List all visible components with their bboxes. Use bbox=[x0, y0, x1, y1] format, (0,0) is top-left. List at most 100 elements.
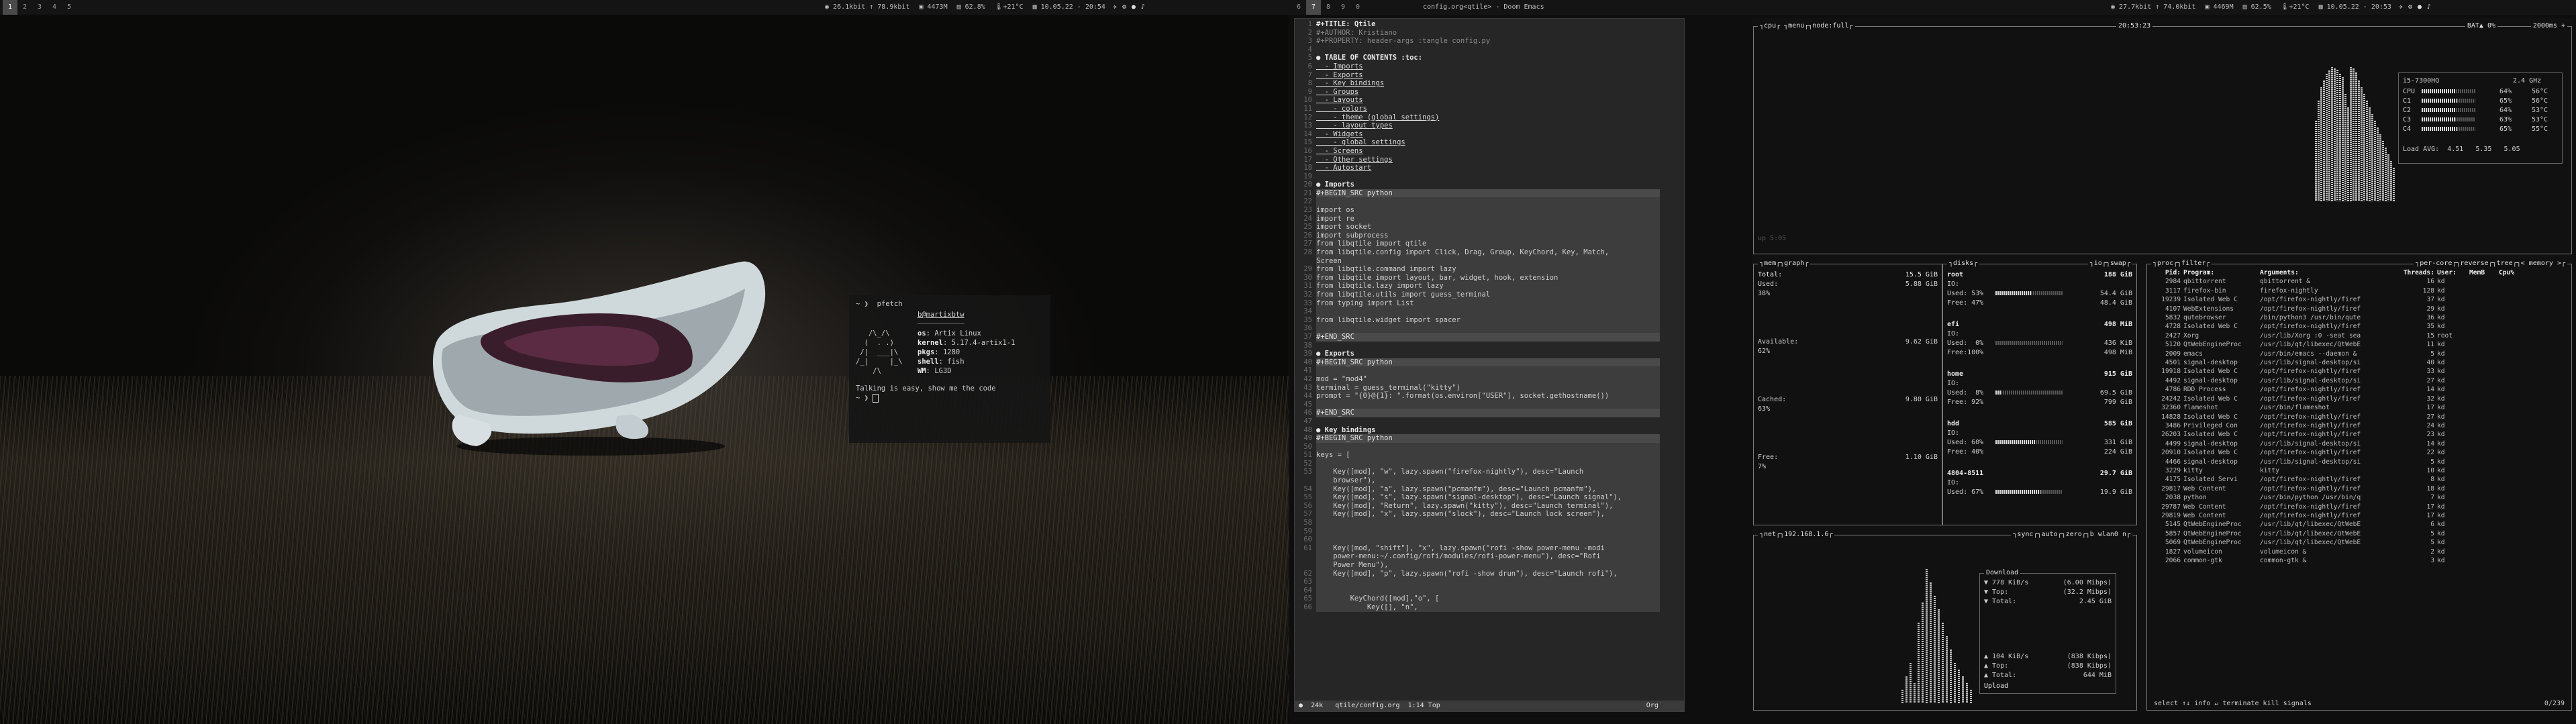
workspace-button[interactable]: 0 bbox=[1350, 0, 1365, 15]
code-line[interactable]: 11 - colors bbox=[1295, 105, 1684, 113]
code-line[interactable]: 38 bbox=[1295, 342, 1684, 350]
code-line[interactable]: 9 - Groups bbox=[1295, 88, 1684, 97]
code-line[interactable]: Power Menu"), bbox=[1295, 561, 1684, 570]
code-line[interactable]: 18 - Autostart bbox=[1295, 164, 1684, 172]
table-row[interactable]: 29819 Web Content/opt/firefox-nightly/fir… bbox=[2151, 511, 2528, 520]
code-line[interactable]: 66 Key([], "n", bbox=[1295, 603, 1684, 612]
table-row[interactable]: 2984 qbittorrent qbittorrent & 16 kd bbox=[2151, 277, 2528, 286]
tray-icon-3[interactable]: ● bbox=[2415, 0, 2424, 15]
table-row[interactable]: 5857 QtWebEngineProc/usr/lib/qt/libexec/Q… bbox=[2151, 529, 2528, 538]
code-line[interactable]: 64 bbox=[1295, 586, 1684, 595]
workspace-button[interactable]: 1 bbox=[3, 0, 17, 15]
code-line[interactable]: 8 - Key bindings bbox=[1295, 79, 1684, 88]
code-line[interactable]: 12 - theme (global settings) bbox=[1295, 113, 1684, 122]
code-line[interactable]: 23 import os bbox=[1295, 206, 1684, 215]
table-row[interactable]: 2009 emacs/usr/bin/emacs --daemon & 5 kd bbox=[2151, 350, 2528, 358]
code-line[interactable]: 19 bbox=[1295, 172, 1684, 181]
code-line[interactable]: 46 #+END_SRC bbox=[1295, 409, 1684, 417]
emacs-window[interactable]: 1 #+TITLE: Qtile 2 #+AUTHOR: Kristiano 3 #+PR… bbox=[1294, 18, 1685, 712]
code-line[interactable]: 1 #+TITLE: Qtile bbox=[1295, 20, 1684, 29]
table-row[interactable]: 4786 RDD Process/opt/firefox-nightly/fire… bbox=[2151, 385, 2528, 394]
refresh-rate[interactable]: 2000ms + bbox=[2530, 21, 2567, 31]
code-line[interactable]: 14 - Widgets bbox=[1295, 130, 1684, 139]
code-line[interactable]: 21 #+BEGIN_SRC python bbox=[1295, 189, 1684, 198]
workspace-button[interactable]: 7 bbox=[1306, 0, 1321, 15]
table-row[interactable]: 4728 Isolated Web C/opt/firefox-nightly/f… bbox=[2151, 322, 2528, 331]
code-line[interactable]: 34 bbox=[1295, 307, 1684, 316]
code-line[interactable]: 53 Key([mod], "w", lazy.spawn("firefox-n… bbox=[1295, 468, 1684, 477]
code-line[interactable]: 51 keys = [ bbox=[1295, 451, 1684, 460]
tray-icon-1[interactable]: ✈ bbox=[2396, 0, 2406, 15]
code-line[interactable]: power-menu:~/.config/rofi/modules/rofi-p… bbox=[1295, 552, 1684, 561]
code-line[interactable]: 24 import re bbox=[1295, 214, 1684, 223]
table-row[interactable]: 5069 QtWebEngineProc/usr/lib/qt/libexec/Q… bbox=[2151, 538, 2528, 547]
code-line[interactable]: 55 Key([mod], "s", lazy.spawn("signal-de… bbox=[1295, 493, 1684, 502]
table-row[interactable]: 20910 Isolated Web C/opt/firefox-nightly/… bbox=[2151, 448, 2528, 457]
code-line[interactable]: 62 Key([mod], "p", lazy.spawn("rofi -sho… bbox=[1295, 569, 1684, 578]
btop-window[interactable]: ┐cpu┌ ┐menu┌┐node:full┌ 20:53:23 BAT▲ 0%… bbox=[1752, 18, 2573, 711]
tray-icon-2[interactable]: ⚙ bbox=[1120, 0, 1129, 15]
tray-icon-2[interactable]: ⚙ bbox=[2406, 0, 2415, 15]
cursor[interactable] bbox=[873, 393, 879, 403]
code-line[interactable]: 4 bbox=[1295, 46, 1684, 54]
proc-footer[interactable]: select ↑↓ info ↵ terminate kill signals bbox=[2154, 700, 2312, 709]
table-row[interactable]: 14828 Isolated Web C/opt/firefox-nightly/… bbox=[2151, 413, 2528, 421]
code-line[interactable]: browser"), bbox=[1295, 476, 1684, 485]
column-header[interactable]: Cpu% bbox=[2499, 268, 2528, 277]
table-row[interactable]: 4466 signal-desktop/usr/lib/signal-deskto… bbox=[2151, 458, 2528, 466]
code-line[interactable]: 15 - global settings bbox=[1295, 138, 1684, 147]
table-row[interactable]: 24242 Isolated Web C/opt/firefox-nightly/… bbox=[2151, 395, 2528, 403]
code-line[interactable]: 42 mod = "mod4" bbox=[1295, 374, 1684, 384]
code-line[interactable]: 16 - Screens bbox=[1295, 147, 1684, 156]
column-header[interactable]: User: bbox=[2437, 268, 2469, 277]
code-line[interactable]: 57 Key([mod], "x", lazy.spawn("slock"), … bbox=[1295, 510, 1684, 519]
table-row[interactable]: 3229 kitty kitty 10 kd bbox=[2151, 466, 2528, 475]
workspace-button[interactable]: 5 bbox=[62, 0, 77, 15]
code-line[interactable]: 5 ● TABLE OF CONTENTS :toc: bbox=[1295, 54, 1684, 62]
code-line[interactable]: 39 ● Exports bbox=[1295, 350, 1684, 358]
code-line[interactable]: 50 bbox=[1295, 442, 1684, 452]
code-line[interactable]: 43 terminal = guess_terminal("kitty") bbox=[1295, 383, 1684, 393]
code-line[interactable]: 48 ● Key bindings bbox=[1295, 426, 1684, 435]
table-row[interactable]: 4499 signal-desktop/usr/lib/signal-deskto… bbox=[2151, 439, 2528, 448]
code-line[interactable]: 56 Key([mod], "Return", lazy.spawn("kitt… bbox=[1295, 501, 1684, 511]
code-line[interactable]: 30 from libqtile import layout, bar, widg… bbox=[1295, 273, 1684, 282]
table-row[interactable]: 19239 Isolated Web C/opt/firefox-nightly/… bbox=[2151, 295, 2528, 304]
table-row[interactable]: 29787 Web Content/opt/firefox-nightly/fir… bbox=[2151, 503, 2528, 511]
code-line[interactable]: 29 from libqtile.command import lazy bbox=[1295, 265, 1684, 274]
table-row[interactable]: 19918 Isolated Web C/opt/firefox-nightly/… bbox=[2151, 367, 2528, 376]
table-row[interactable]: 26203 Isolated Web C/opt/firefox-nightly/… bbox=[2151, 430, 2528, 439]
table-row[interactable]: 4175 Isolated Servi/opt/firefox-nightly/f… bbox=[2151, 475, 2528, 484]
code-line[interactable]: 20 ● Imports bbox=[1295, 180, 1684, 189]
column-header[interactable]: Program: bbox=[2183, 268, 2260, 277]
column-header[interactable]: Threads: bbox=[2397, 268, 2437, 277]
code-line[interactable]: 3 #+PROPERTY: header-args :tangle config.… bbox=[1295, 37, 1684, 46]
table-row[interactable]: 2038 python/usr/bin/python /usr/bin/q 7 kd bbox=[2151, 493, 2528, 502]
code-line[interactable]: 25 import socket bbox=[1295, 223, 1684, 231]
proc-tabs[interactable]: ┐per-core┌┐reverse┌┐tree┌┐< memory >┌ bbox=[2414, 259, 2567, 268]
code-line[interactable]: 22 bbox=[1295, 197, 1684, 207]
code-line[interactable]: 32 from libqtile.utils import guess_termi… bbox=[1295, 291, 1684, 299]
code-line[interactable]: 61 Key([mod, "shift"], "x", lazy.spawn("… bbox=[1295, 544, 1684, 553]
code-line[interactable]: 60 bbox=[1295, 535, 1684, 544]
code-line[interactable]: 13 - layout types bbox=[1295, 121, 1684, 130]
code-line[interactable]: 63 bbox=[1295, 578, 1684, 586]
code-line[interactable]: 52 bbox=[1295, 459, 1684, 468]
tray-icon-1[interactable]: ✈ bbox=[1110, 0, 1120, 15]
code-line[interactable]: 10 - Layouts bbox=[1295, 96, 1684, 105]
workspace-button[interactable]: 6 bbox=[1291, 0, 1306, 15]
table-row[interactable]: 2427 Xorg/usr/lib/Xorg :0 -seat sea 15 root bbox=[2151, 331, 2528, 340]
code-line[interactable]: 49 #+BEGIN_SRC python bbox=[1295, 434, 1684, 443]
code-line[interactable]: 54 Key([mod], "a", lazy.spawn("pcmanfm")… bbox=[1295, 484, 1684, 494]
column-header[interactable]: Arguments: bbox=[2260, 268, 2397, 277]
tray-icon-3[interactable]: ● bbox=[1129, 0, 1138, 15]
volume-icon[interactable]: ♪ bbox=[1138, 0, 1148, 15]
code-line[interactable]: 6 - Imports bbox=[1295, 62, 1684, 71]
code-line[interactable]: 33 from typing import List bbox=[1295, 299, 1684, 308]
table-row[interactable]: 4107 WebExtensions/opt/firefox-nightly/fi… bbox=[2151, 305, 2528, 313]
code-line[interactable]: 65 KeyChord([mod],"o", [ bbox=[1295, 594, 1684, 603]
code-line[interactable]: 2 #+AUTHOR: Kristiano bbox=[1295, 29, 1684, 38]
table-row[interactable]: 29817 Web Content/opt/firefox-nightly/fir… bbox=[2151, 484, 2528, 493]
code-line[interactable]: 28 from libqtile.config import Click, Dra… bbox=[1295, 248, 1684, 257]
code-line[interactable]: 36 bbox=[1295, 324, 1684, 333]
